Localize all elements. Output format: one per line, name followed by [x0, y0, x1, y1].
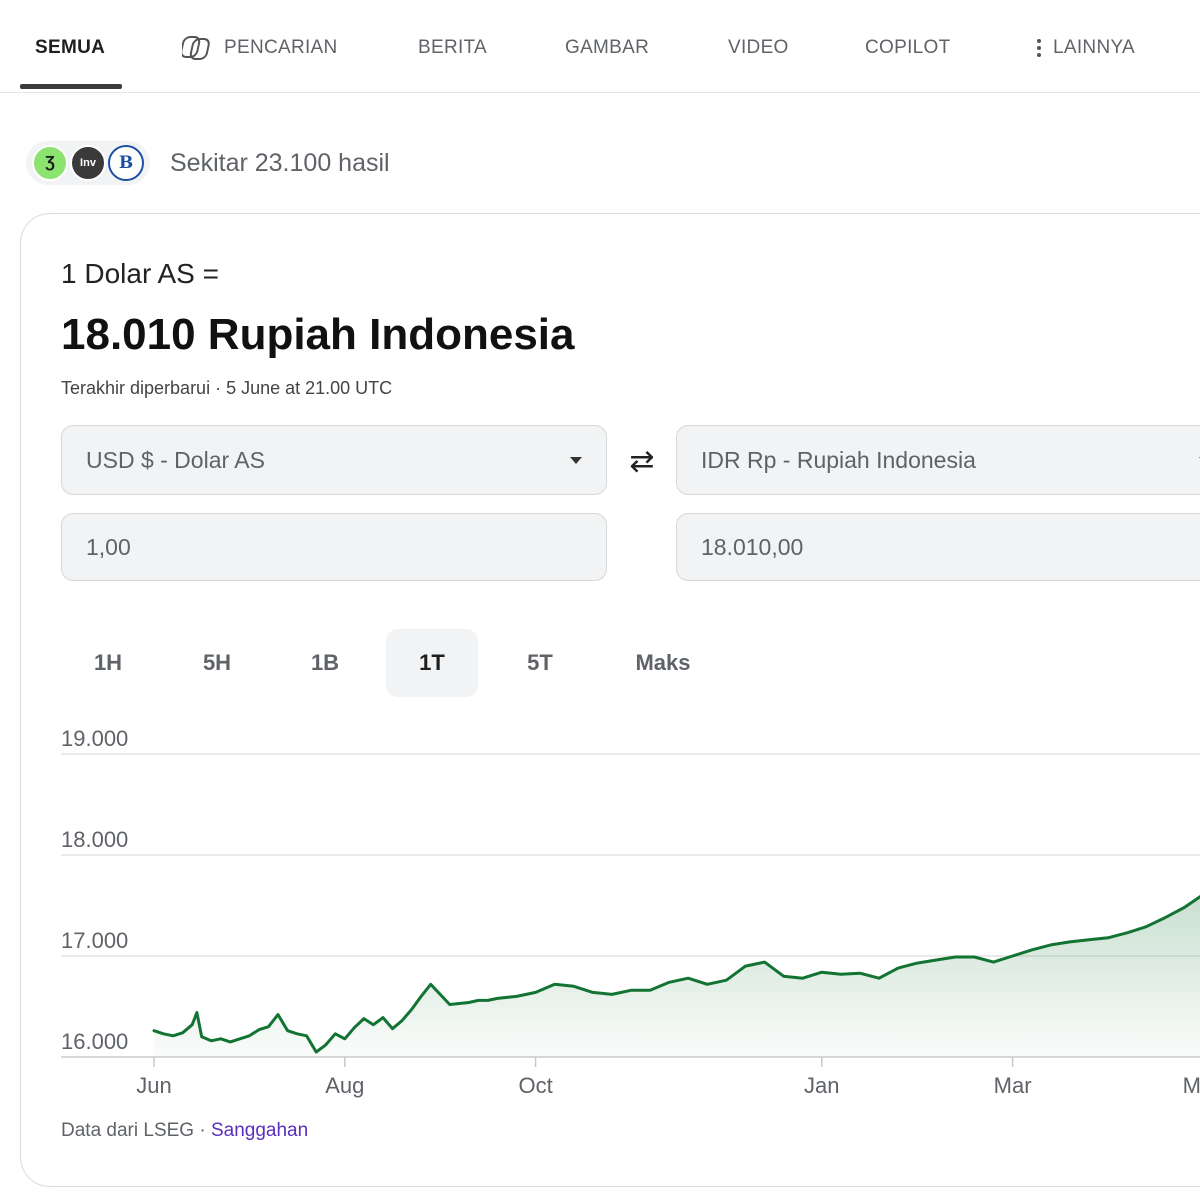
y-tick-label: 16.000 [61, 1029, 128, 1054]
x-tick-label: Jan [804, 1073, 839, 1098]
tab-more-label: LAINNYA [1053, 37, 1135, 58]
chart-footer: Data dari LSEG · Sanggahan [61, 1120, 308, 1142]
tab-images[interactable]: GAMBAR [565, 36, 649, 60]
data-source-text: Data dari LSEG · [61, 1120, 206, 1141]
investing-logo-icon: Inv [70, 145, 106, 181]
tab-search-label: PENCARIAN [224, 37, 338, 58]
currency-converter-card: 1 Dolar AS = 18.010 Rupiah Indonesia Ter… [20, 213, 1200, 1187]
x-tick-label: Jun [136, 1073, 171, 1098]
x-tick-label: Mar [994, 1073, 1032, 1098]
x-tick-label: Aug [325, 1073, 364, 1098]
disclaimer-link[interactable]: Sanggahan [211, 1120, 308, 1141]
tab-images-label: GAMBAR [565, 37, 650, 58]
tab-all-label: SEMUA [35, 37, 106, 58]
search-nav-bar: SEMUA PENCARIAN BERITA GAMBAR VIDEO COPI… [0, 0, 1200, 93]
tab-videos-label: VIDEO [728, 37, 789, 58]
y-tick-label: 17.000 [61, 928, 128, 953]
x-tick-label: Oct [518, 1073, 552, 1098]
result-sources: Ʒ Inv B Sekitar 23.100 hasil [26, 140, 390, 186]
tab-news-label: BERITA [418, 37, 488, 58]
tab-copilot[interactable]: COPILOT [865, 36, 951, 60]
tab-all[interactable]: SEMUA [35, 36, 105, 60]
y-tick-label: 19.000 [61, 726, 128, 751]
active-tab-indicator [20, 84, 122, 89]
tab-news[interactable]: BERITA [418, 36, 487, 60]
x-tick-label: May [1183, 1073, 1200, 1098]
more-vertical-icon [1037, 39, 1041, 57]
y-tick-label: 18.000 [61, 827, 128, 852]
copilot-icon [182, 36, 210, 60]
result-count: Sekitar 23.100 hasil [170, 148, 390, 177]
source-icons[interactable]: Ʒ Inv B [26, 141, 150, 185]
tab-videos[interactable]: VIDEO [728, 36, 789, 60]
tab-more[interactable]: LAINNYA [1037, 36, 1135, 60]
tab-copilot-label: COPILOT [865, 37, 951, 58]
wise-logo-icon: Ʒ [32, 145, 68, 181]
exchange-rate-chart[interactable]: 16.000 17.000 18.000 19.000 Jun Aug Oct Jan Mar M… [21, 214, 1200, 1114]
bank-indonesia-logo-icon: B [108, 145, 144, 181]
tab-search[interactable]: PENCARIAN [182, 36, 338, 60]
